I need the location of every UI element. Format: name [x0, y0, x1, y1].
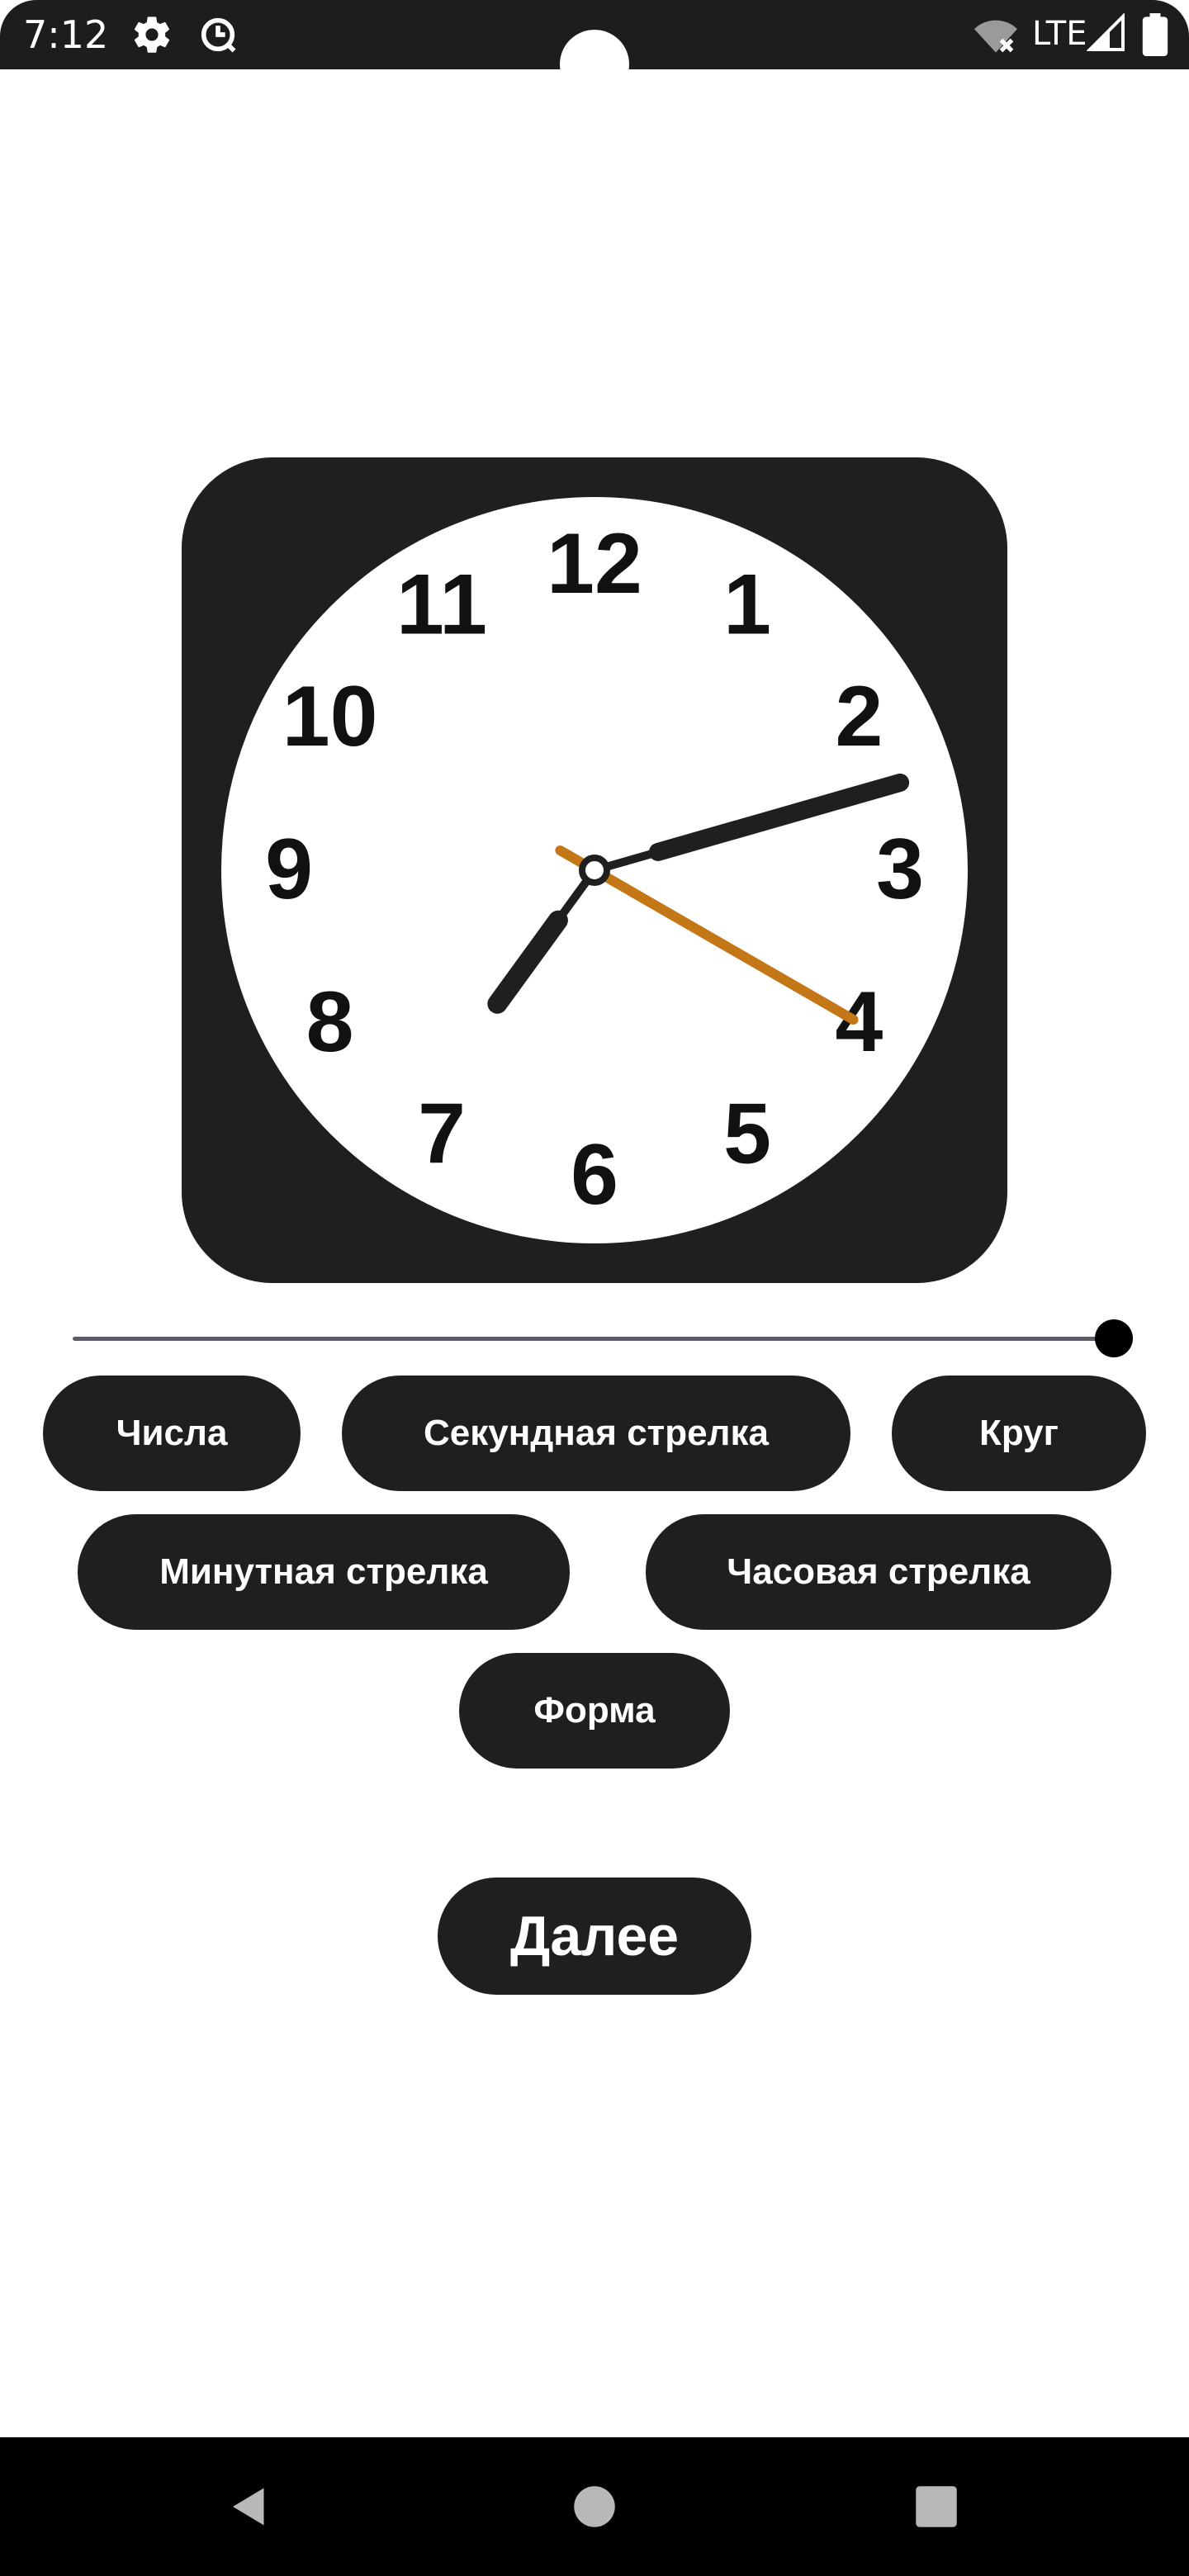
clock-center-pivot [579, 855, 610, 886]
navigation-bar [0, 2437, 1189, 2576]
clock-face: 12 12 3 45 6 78 9 1011 [221, 497, 968, 1243]
screen: 7:12 LTE 12 1 2 3 4 5 6 7 8 9 10 11 Числ… [0, 0, 1189, 2576]
signal-icon [1086, 12, 1130, 56]
home-icon[interactable] [537, 2437, 652, 2576]
clock-numeral-7: 7 [418, 1086, 466, 1181]
clock-numeral-11: 11 [396, 557, 487, 653]
clock-numeral-5: 5 [723, 1086, 771, 1181]
clock-numeral-9: 9 [265, 822, 313, 917]
clock-numeral-6: 6 [571, 1127, 618, 1223]
clock-numeral-4: 4 [835, 974, 883, 1070]
size-slider[interactable] [73, 1318, 1133, 1359]
network-label: LTE [1032, 15, 1087, 53]
chip-circle[interactable]: Круг [892, 1376, 1146, 1491]
wifi-off-icon [974, 13, 1017, 56]
slider-track [73, 1337, 1113, 1341]
recents-icon[interactable] [879, 2437, 994, 2576]
camera-cutout [560, 30, 629, 99]
battery-icon [1141, 13, 1184, 56]
chip-hour-hand[interactable]: Часовая стрелка [646, 1514, 1111, 1630]
chip-second-hand[interactable]: Секундная стрелка [342, 1376, 850, 1491]
back-icon[interactable] [192, 2437, 307, 2576]
clock-numeral-3: 3 [876, 822, 924, 917]
chip-numbers[interactable]: Числа [43, 1376, 301, 1491]
clock-numeral-8: 8 [306, 974, 354, 1070]
clock-numeral-10: 10 [282, 669, 378, 765]
settings-icon [130, 13, 173, 56]
clock-numeral-1: 1 [723, 557, 771, 653]
clock-numeral-2: 2 [835, 669, 883, 765]
next-button[interactable]: Далее [438, 1878, 751, 1995]
clock-numeral-12: 12 [547, 516, 642, 612]
status-time: 7:12 [23, 12, 109, 57]
status-bar: 7:12 LTE [0, 0, 1189, 99]
chip-shape[interactable]: Форма [459, 1653, 730, 1769]
data-saver-icon [197, 13, 239, 56]
slider-thumb[interactable] [1095, 1319, 1133, 1357]
chip-minute-hand[interactable]: Минутная стрелка [78, 1514, 570, 1630]
